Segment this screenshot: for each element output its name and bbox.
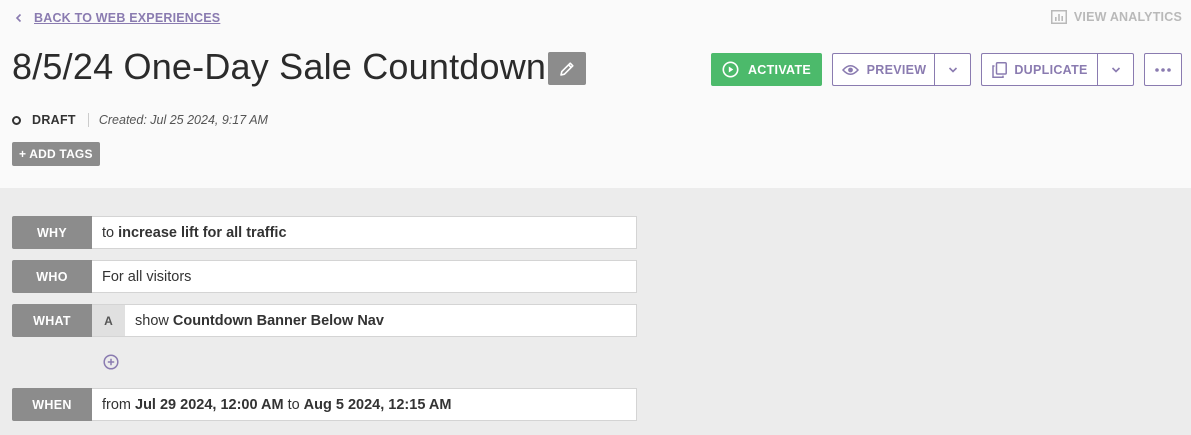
variant-badge: A: [92, 305, 125, 336]
duplicate-dropdown-button[interactable]: [1097, 53, 1134, 86]
add-tags-button[interactable]: + ADD TAGS: [12, 142, 100, 166]
pencil-icon: [560, 61, 574, 76]
preview-button[interactable]: PREVIEW: [832, 53, 935, 86]
status-circle-icon: [12, 115, 21, 125]
back-link[interactable]: BACK TO WEB EXPERIENCES: [14, 11, 220, 25]
more-horizontal-icon: [1155, 67, 1171, 72]
when-end: Aug 5 2024, 12:15 AM: [303, 396, 452, 413]
when-start: Jul 29 2024, 12:00 AM: [135, 396, 284, 413]
bar-chart-icon: [1050, 10, 1067, 24]
eye-icon: [841, 64, 859, 75]
divider: [87, 113, 89, 127]
why-row: WHY to increase lift for all traffic: [12, 216, 637, 249]
why-prefix: to: [102, 224, 115, 241]
add-variant-icon[interactable]: [103, 354, 119, 370]
status-bar: DRAFT Created: Jul 25 2024, 9:17 AM: [12, 112, 268, 128]
created-timestamp: Created: Jul 25 2024, 9:17 AM: [98, 113, 268, 127]
what-value: Countdown Banner Below Nav: [172, 312, 384, 329]
status-badge: DRAFT: [32, 113, 76, 127]
when-connector: to: [287, 396, 300, 413]
copy-icon: [992, 61, 1008, 78]
why-label: WHY: [12, 216, 92, 249]
who-row: WHO For all visitors: [12, 260, 637, 293]
duplicate-button[interactable]: DUPLICATE: [981, 53, 1098, 86]
why-value: increase lift for all traffic: [118, 224, 287, 241]
who-value: For all visitors: [102, 268, 192, 285]
why-field[interactable]: to increase lift for all traffic: [92, 216, 637, 249]
page-title: 8/5/24 One-Day Sale Countdown: [12, 46, 547, 87]
play-circle-icon: [722, 61, 739, 78]
when-row: WHEN from Jul 29 2024, 12:00 AM to Aug 5 20…: [12, 388, 637, 421]
view-analytics-label: VIEW ANALYTICS: [1073, 10, 1182, 24]
what-row: WHAT A show Countdown Banner Below Nav: [12, 304, 637, 337]
chevron-down-icon: [948, 66, 957, 73]
when-prefix: from: [102, 396, 131, 413]
who-field[interactable]: For all visitors: [92, 260, 637, 293]
what-prefix: show: [135, 312, 169, 329]
chevron-down-icon: [1111, 66, 1120, 73]
when-label: WHEN: [12, 388, 92, 421]
edit-title-button[interactable]: [548, 52, 586, 85]
duplicate-label: DUPLICATE: [1014, 62, 1088, 77]
activate-button[interactable]: ACTIVATE: [711, 53, 822, 86]
header-section: BACK TO WEB EXPERIENCES VIEW ANALYTICS 8…: [0, 0, 1191, 188]
view-analytics-link[interactable]: VIEW ANALYTICS: [1050, 10, 1182, 24]
who-label: WHO: [12, 260, 92, 293]
what-field[interactable]: A show Countdown Banner Below Nav: [92, 304, 637, 337]
preview-label: PREVIEW: [866, 62, 927, 77]
when-field[interactable]: from Jul 29 2024, 12:00 AM to Aug 5 2024, 1…: [92, 388, 637, 421]
back-link-label: BACK TO WEB EXPERIENCES: [34, 11, 221, 25]
what-label: WHAT: [12, 304, 92, 337]
more-options-button[interactable]: [1144, 53, 1182, 86]
preview-dropdown-button[interactable]: [934, 53, 971, 86]
chevron-left-icon: [15, 13, 22, 23]
activate-label: ACTIVATE: [747, 62, 812, 77]
